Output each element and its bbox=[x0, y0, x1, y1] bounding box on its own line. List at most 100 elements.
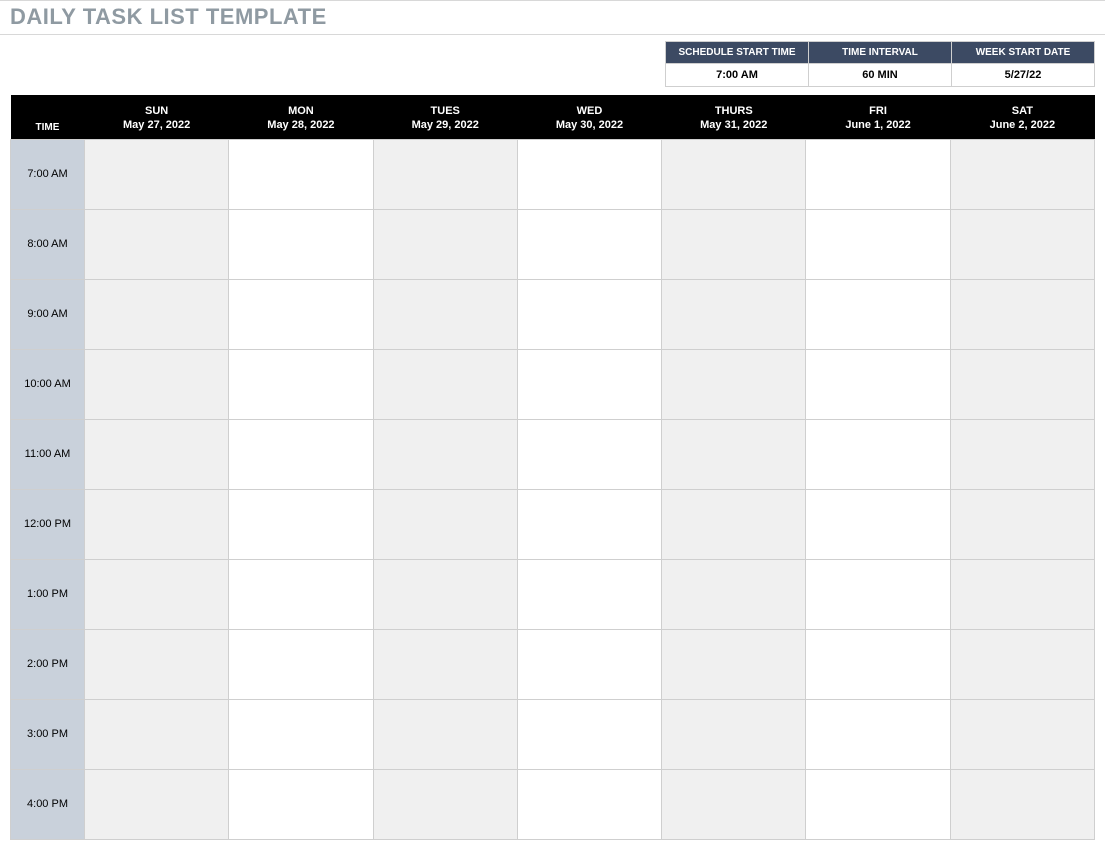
schedule-cell[interactable] bbox=[517, 419, 661, 489]
day-name: MON bbox=[233, 105, 369, 118]
schedule-row: 7:00 AM bbox=[11, 139, 1095, 209]
schedule-cell[interactable] bbox=[85, 349, 229, 419]
schedule-cell[interactable] bbox=[229, 629, 373, 699]
schedule-cell[interactable] bbox=[517, 139, 661, 209]
time-cell: 9:00 AM bbox=[11, 279, 85, 349]
schedule-cell[interactable] bbox=[373, 419, 517, 489]
day-date: May 31, 2022 bbox=[666, 118, 802, 132]
schedule-cell[interactable] bbox=[373, 139, 517, 209]
settings-value-interval[interactable]: 60 MIN bbox=[809, 64, 952, 87]
schedule-cell[interactable] bbox=[517, 629, 661, 699]
schedule-cell[interactable] bbox=[950, 559, 1094, 629]
schedule-cell[interactable] bbox=[373, 279, 517, 349]
schedule-table: TIME SUN May 27, 2022 MON May 28, 2022 T… bbox=[10, 95, 1095, 840]
schedule-cell[interactable] bbox=[229, 419, 373, 489]
schedule-row: 8:00 AM bbox=[11, 209, 1095, 279]
schedule-cell[interactable] bbox=[662, 349, 806, 419]
schedule-cell[interactable] bbox=[662, 629, 806, 699]
schedule-cell[interactable] bbox=[517, 769, 661, 839]
schedule-cell[interactable] bbox=[373, 629, 517, 699]
schedule-cell[interactable] bbox=[662, 699, 806, 769]
schedule-cell[interactable] bbox=[950, 279, 1094, 349]
schedule-cell[interactable] bbox=[806, 629, 950, 699]
schedule-cell[interactable] bbox=[85, 559, 229, 629]
schedule-cell[interactable] bbox=[662, 489, 806, 559]
schedule-cell[interactable] bbox=[229, 349, 373, 419]
time-cell: 3:00 PM bbox=[11, 699, 85, 769]
schedule-cell[interactable] bbox=[373, 489, 517, 559]
schedule-cell[interactable] bbox=[85, 699, 229, 769]
schedule-cell[interactable] bbox=[517, 699, 661, 769]
title-bar: DAILY TASK LIST TEMPLATE bbox=[0, 0, 1105, 35]
schedule-cell[interactable] bbox=[950, 489, 1094, 559]
schedule-cell[interactable] bbox=[950, 769, 1094, 839]
schedule-cell[interactable] bbox=[806, 279, 950, 349]
schedule-cell[interactable] bbox=[229, 769, 373, 839]
schedule-cell[interactable] bbox=[373, 349, 517, 419]
page-title: DAILY TASK LIST TEMPLATE bbox=[10, 4, 327, 29]
time-cell: 4:00 PM bbox=[11, 769, 85, 839]
settings-value-start-time[interactable]: 7:00 AM bbox=[666, 64, 809, 87]
schedule-cell[interactable] bbox=[662, 279, 806, 349]
schedule-cell[interactable] bbox=[950, 699, 1094, 769]
schedule-cell[interactable] bbox=[950, 139, 1094, 209]
schedule-cell[interactable] bbox=[950, 629, 1094, 699]
schedule-cell[interactable] bbox=[85, 209, 229, 279]
time-cell: 7:00 AM bbox=[11, 139, 85, 209]
schedule-row: 11:00 AM bbox=[11, 419, 1095, 489]
settings-header-week-start: WEEK START DATE bbox=[952, 42, 1095, 64]
schedule-cell[interactable] bbox=[229, 699, 373, 769]
schedule-cell[interactable] bbox=[85, 769, 229, 839]
schedule-cell[interactable] bbox=[517, 559, 661, 629]
schedule-cell[interactable] bbox=[806, 139, 950, 209]
schedule-cell[interactable] bbox=[229, 209, 373, 279]
schedule-cell[interactable] bbox=[662, 419, 806, 489]
schedule-cell[interactable] bbox=[662, 769, 806, 839]
schedule-cell[interactable] bbox=[806, 209, 950, 279]
settings-value-week-start[interactable]: 5/27/22 bbox=[952, 64, 1095, 87]
day-header-thu: THURS May 31, 2022 bbox=[662, 95, 806, 139]
schedule-cell[interactable] bbox=[85, 279, 229, 349]
schedule-cell[interactable] bbox=[85, 489, 229, 559]
time-cell: 8:00 AM bbox=[11, 209, 85, 279]
schedule-cell[interactable] bbox=[806, 699, 950, 769]
schedule-cell[interactable] bbox=[517, 209, 661, 279]
schedule-cell[interactable] bbox=[373, 559, 517, 629]
schedule-cell[interactable] bbox=[517, 489, 661, 559]
schedule-cell[interactable] bbox=[806, 489, 950, 559]
schedule-cell[interactable] bbox=[85, 629, 229, 699]
schedule-row: 10:00 AM bbox=[11, 349, 1095, 419]
schedule-cell[interactable] bbox=[373, 209, 517, 279]
schedule-cell[interactable] bbox=[662, 139, 806, 209]
day-date: May 30, 2022 bbox=[521, 118, 657, 132]
schedule-grid-wrap: TIME SUN May 27, 2022 MON May 28, 2022 T… bbox=[0, 93, 1105, 850]
day-name: TUES bbox=[377, 105, 513, 118]
schedule-cell[interactable] bbox=[950, 209, 1094, 279]
schedule-cell[interactable] bbox=[85, 419, 229, 489]
schedule-cell[interactable] bbox=[373, 769, 517, 839]
day-header-mon: MON May 28, 2022 bbox=[229, 95, 373, 139]
schedule-cell[interactable] bbox=[373, 699, 517, 769]
schedule-cell[interactable] bbox=[229, 559, 373, 629]
schedule-cell[interactable] bbox=[517, 279, 661, 349]
schedule-cell[interactable] bbox=[662, 209, 806, 279]
day-header-wed: WED May 30, 2022 bbox=[517, 95, 661, 139]
schedule-cell[interactable] bbox=[950, 419, 1094, 489]
day-date: May 29, 2022 bbox=[377, 118, 513, 132]
day-header-sun: SUN May 27, 2022 bbox=[85, 95, 229, 139]
schedule-cell[interactable] bbox=[517, 349, 661, 419]
schedule-cell[interactable] bbox=[806, 419, 950, 489]
schedule-cell[interactable] bbox=[229, 279, 373, 349]
schedule-cell[interactable] bbox=[806, 349, 950, 419]
time-cell: 2:00 PM bbox=[11, 629, 85, 699]
day-name: WED bbox=[521, 105, 657, 118]
schedule-cell[interactable] bbox=[662, 559, 806, 629]
schedule-cell[interactable] bbox=[229, 489, 373, 559]
schedule-cell[interactable] bbox=[950, 349, 1094, 419]
schedule-cell[interactable] bbox=[85, 139, 229, 209]
schedule-header-row: TIME SUN May 27, 2022 MON May 28, 2022 T… bbox=[11, 95, 1095, 139]
schedule-cell[interactable] bbox=[806, 769, 950, 839]
schedule-cell[interactable] bbox=[229, 139, 373, 209]
time-cell: 1:00 PM bbox=[11, 559, 85, 629]
schedule-cell[interactable] bbox=[806, 559, 950, 629]
